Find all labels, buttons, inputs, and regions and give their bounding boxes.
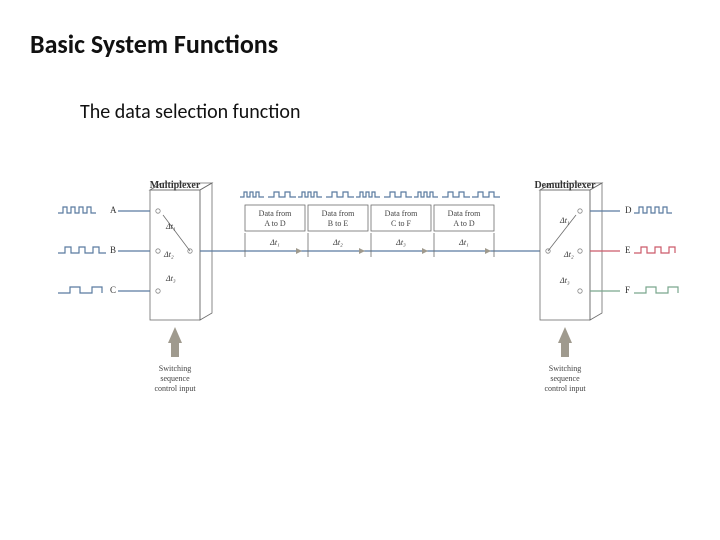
demux-ctrl-l3: control input <box>544 384 586 393</box>
segment-1: Data from A to D Δt₁ <box>245 205 305 257</box>
segment-3: Data from C to F Δt₃ <box>371 205 431 257</box>
demux-ctrl-l1: Switching <box>549 364 581 373</box>
segment-4: Data from A to D Δt₁ <box>434 205 494 257</box>
output-D-label: D <box>625 205 632 215</box>
demux-control-arrow: Switching sequence control input <box>544 327 586 393</box>
demux-dt2: Δt₂ <box>563 250 574 259</box>
demux-ctrl-l2: sequence <box>550 374 580 383</box>
demux-dt3: Δt₃ <box>559 276 570 285</box>
input-B-label: B <box>110 245 116 255</box>
output-E-label: E <box>625 245 631 255</box>
seg1-dt: Δt₁ <box>269 238 280 247</box>
seg2-dt: Δt₂ <box>332 238 343 247</box>
serial-waveform <box>240 192 500 197</box>
mux-control-arrow: Switching sequence control input <box>154 327 196 393</box>
demux-dt1: Δt₁ <box>559 216 570 225</box>
mux-demux-diagram: Multiplexer A B C <box>40 175 680 405</box>
seg1-l2: A to D <box>264 219 286 228</box>
mux-label: Multiplexer <box>150 180 201 191</box>
demux-switch: Δt₁ Δt₂ Δt₃ <box>546 209 582 293</box>
seg1-l1: Data from <box>259 209 292 218</box>
demux-label: Demultiplexer <box>534 180 596 191</box>
slide-subtitle: The data selection function <box>80 100 300 124</box>
mux-switch: Δt₁ Δt₂ Δt₃ <box>156 209 192 293</box>
mux-ctrl-l3: control input <box>154 384 196 393</box>
mux-dt1: Δt₁ <box>165 222 176 231</box>
demux-output-waves: D E F <box>590 205 678 295</box>
mux-ctrl-l2: sequence <box>160 374 190 383</box>
output-F-label: F <box>625 285 630 295</box>
seg4-dt: Δt₁ <box>458 238 469 247</box>
seg4-l2: A to D <box>453 219 475 228</box>
input-A-label: A <box>110 205 117 215</box>
seg2-l1: Data from <box>322 209 355 218</box>
seg3-dt: Δt₃ <box>395 238 406 247</box>
input-C-label: C <box>110 285 116 295</box>
mux-ctrl-l1: Switching <box>159 364 191 373</box>
segment-2: Data from B to E Δt₂ <box>308 205 368 257</box>
mux-input-waves: A B C <box>58 205 150 295</box>
seg2-l2: B to E <box>328 219 349 228</box>
seg3-l2: C to F <box>391 219 412 228</box>
mux-dt3: Δt₃ <box>165 274 176 283</box>
seg4-l1: Data from <box>448 209 481 218</box>
mux-dt2: Δt₂ <box>163 250 174 259</box>
seg3-l1: Data from <box>385 209 418 218</box>
slide-title: Basic System Functions <box>30 28 278 60</box>
